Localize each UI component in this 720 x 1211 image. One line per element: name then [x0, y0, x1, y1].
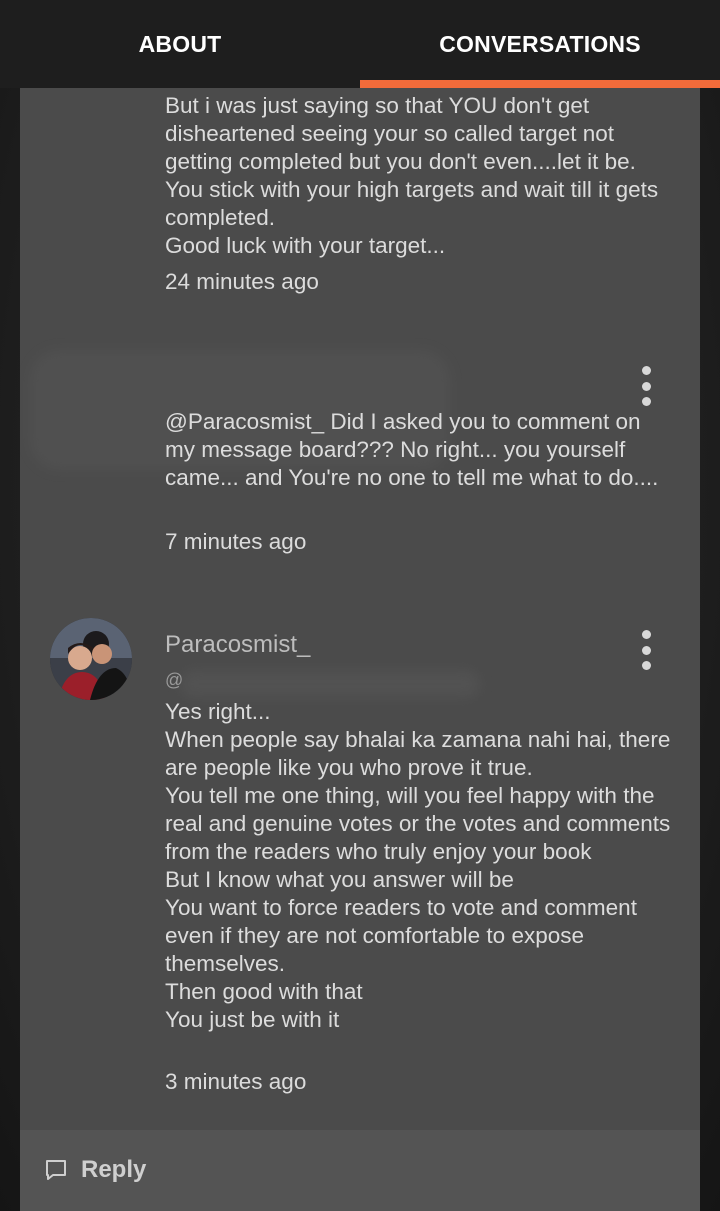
- message-text: Yes right... When people say bhalai ka z…: [165, 699, 671, 1032]
- message-item: But i was just saying so that YOU don't …: [20, 88, 700, 318]
- message-text: @Paracosmist_ Did I asked you to comment…: [165, 409, 659, 490]
- message-item: Paracosmist_ @ Yes right... When people …: [20, 608, 700, 1108]
- message-text: But i was just saying so that YOU don't …: [165, 93, 659, 258]
- message-timestamp: 7 minutes ago: [165, 529, 307, 554]
- redacted-mention: [180, 670, 480, 698]
- username[interactable]: Paracosmist_: [165, 630, 310, 660]
- reply-button[interactable]: Reply: [81, 1156, 146, 1184]
- conversation-panel[interactable]: But i was just saying so that YOU don't …: [20, 88, 700, 1130]
- more-options-icon[interactable]: [634, 366, 658, 406]
- user-avatar[interactable]: [50, 618, 132, 700]
- more-options-icon[interactable]: [634, 630, 658, 670]
- tab-conversations[interactable]: CONVERSATIONS: [360, 0, 720, 88]
- message-timestamp: 3 minutes ago: [165, 1069, 307, 1094]
- tab-bar: ABOUT CONVERSATIONS: [0, 0, 720, 88]
- message-item: @Paracosmist_ Did I asked you to comment…: [20, 350, 700, 580]
- comment-icon: [46, 1160, 66, 1180]
- tab-about[interactable]: ABOUT: [0, 0, 360, 88]
- active-tab-indicator: [360, 80, 720, 88]
- message-timestamp: 24 minutes ago: [165, 269, 319, 294]
- reply-bar[interactable]: Reply: [20, 1130, 700, 1211]
- conversation-screen: ABOUT CONVERSATIONS But i was just sayin…: [0, 0, 720, 1211]
- mention-prefix: @: [165, 670, 184, 690]
